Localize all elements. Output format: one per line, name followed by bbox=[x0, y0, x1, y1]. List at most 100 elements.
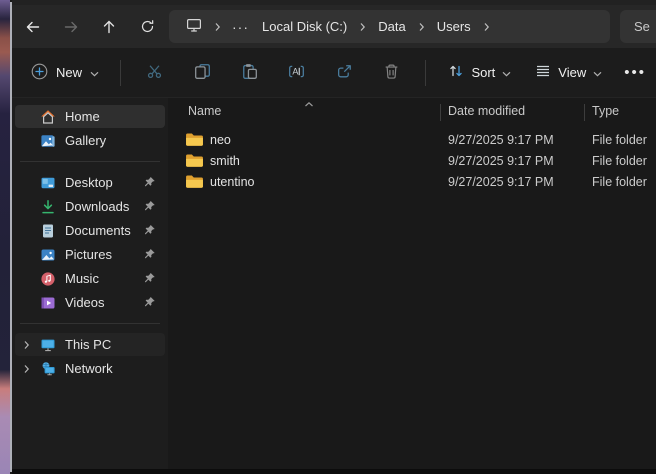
paste-icon bbox=[241, 63, 258, 83]
sort-button-label: Sort bbox=[471, 65, 495, 80]
breadcrumb-this-pc[interactable] bbox=[179, 13, 209, 40]
sidebar-item-documents[interactable]: Documents bbox=[15, 219, 165, 242]
sidebar-item-desktop[interactable]: Desktop bbox=[15, 171, 165, 194]
column-header-date-modified[interactable]: Date modified bbox=[448, 104, 525, 118]
sidebar-item-label: This PC bbox=[65, 337, 111, 352]
expand-chevron-icon[interactable] bbox=[18, 340, 34, 350]
chevron-down-icon bbox=[502, 65, 511, 80]
sidebar-item-pictures[interactable]: Pictures bbox=[15, 243, 165, 266]
sort-ascending-caret-icon bbox=[304, 95, 314, 113]
column-header-type[interactable]: Type bbox=[592, 104, 619, 118]
table-row[interactable]: utentino 9/27/2025 9:17 PM File folder bbox=[168, 171, 656, 192]
sidebar-item-label: Documents bbox=[65, 223, 131, 238]
sidebar-item-label: Music bbox=[65, 271, 99, 286]
documents-icon bbox=[39, 222, 56, 239]
view-button[interactable]: View bbox=[526, 56, 611, 90]
trash-icon bbox=[383, 63, 400, 83]
new-button[interactable]: New bbox=[20, 56, 110, 90]
toolbar-divider bbox=[425, 60, 426, 86]
sidebar-item-network[interactable]: Network bbox=[15, 357, 165, 380]
rename-button[interactable]: A bbox=[277, 56, 316, 90]
music-icon bbox=[39, 270, 56, 287]
file-rows: neo 9/27/2025 9:17 PM File folder smith … bbox=[168, 125, 656, 192]
back-arrow-icon bbox=[25, 19, 41, 35]
sidebar-item-label: Home bbox=[65, 109, 100, 124]
desktop-icon bbox=[39, 174, 56, 191]
expand-chevron-icon[interactable] bbox=[18, 364, 34, 374]
this-pc-icon bbox=[39, 336, 56, 353]
sidebar-divider bbox=[20, 323, 160, 324]
downloads-icon bbox=[39, 198, 56, 215]
sort-button[interactable]: Sort bbox=[439, 56, 520, 90]
sidebar-item-videos[interactable]: Videos bbox=[15, 291, 165, 314]
sidebar-item-label: Videos bbox=[65, 295, 105, 310]
breadcrumb: ··· Local Disk (C:) Data Users bbox=[169, 10, 610, 43]
column-separator[interactable] bbox=[584, 104, 585, 121]
breadcrumb-ellipsis[interactable]: ··· bbox=[226, 17, 255, 37]
cut-button[interactable] bbox=[135, 56, 174, 90]
window-bottom-edge bbox=[12, 469, 656, 474]
svg-text:A: A bbox=[293, 66, 299, 76]
desktop-wallpaper-edge bbox=[0, 0, 10, 474]
file-date-modified: 9/27/2025 9:17 PM bbox=[448, 154, 592, 168]
file-date-modified: 9/27/2025 9:17 PM bbox=[448, 175, 592, 189]
table-row[interactable]: neo 9/27/2025 9:17 PM File folder bbox=[168, 129, 656, 150]
pin-icon bbox=[143, 200, 156, 213]
forward-button[interactable] bbox=[53, 11, 89, 43]
breadcrumb-chevron-icon[interactable] bbox=[413, 22, 430, 32]
breadcrumb-chevron-icon[interactable] bbox=[354, 22, 371, 32]
copy-button[interactable] bbox=[182, 56, 221, 90]
breadcrumb-chevron-icon[interactable] bbox=[478, 22, 495, 32]
command-bar: New A S bbox=[12, 48, 656, 97]
breadcrumb-chevron-icon[interactable] bbox=[209, 22, 226, 32]
delete-button[interactable] bbox=[372, 56, 411, 90]
content-area: Home Gallery Desktop Downl bbox=[12, 97, 656, 469]
sidebar-item-label: Gallery bbox=[65, 133, 106, 148]
home-icon bbox=[39, 108, 56, 125]
column-header-name[interactable]: Name bbox=[188, 104, 221, 118]
pin-icon bbox=[143, 272, 156, 285]
file-date-modified: 9/27/2025 9:17 PM bbox=[448, 133, 592, 147]
up-button[interactable] bbox=[91, 11, 127, 43]
refresh-button[interactable] bbox=[129, 11, 165, 43]
column-separator[interactable] bbox=[440, 104, 441, 121]
breadcrumb-item-local-disk[interactable]: Local Disk (C:) bbox=[255, 15, 354, 38]
explorer-window-body: ··· Local Disk (C:) Data Users Se New bbox=[12, 0, 656, 474]
pin-icon bbox=[143, 296, 156, 309]
pin-icon bbox=[143, 176, 156, 189]
pictures-icon bbox=[39, 246, 56, 263]
table-row[interactable]: smith 9/27/2025 9:17 PM File folder bbox=[168, 150, 656, 171]
sidebar-item-this-pc[interactable]: This PC bbox=[15, 333, 165, 356]
paste-button[interactable] bbox=[230, 56, 269, 90]
sidebar-divider bbox=[20, 161, 160, 162]
sidebar-item-downloads[interactable]: Downloads bbox=[15, 195, 165, 218]
file-name: neo bbox=[210, 133, 448, 147]
navigation-pane: Home Gallery Desktop Downl bbox=[12, 98, 168, 469]
file-type: File folder bbox=[592, 175, 647, 189]
this-pc-monitor-icon bbox=[186, 17, 202, 36]
file-type: File folder bbox=[592, 133, 647, 147]
sidebar-item-label: Pictures bbox=[65, 247, 112, 262]
gallery-icon bbox=[39, 132, 56, 149]
file-name: utentino bbox=[210, 175, 448, 189]
sidebar-item-label: Desktop bbox=[65, 175, 113, 190]
sidebar-item-music[interactable]: Music bbox=[15, 267, 165, 290]
sidebar-item-home[interactable]: Home bbox=[15, 105, 165, 128]
file-type: File folder bbox=[592, 154, 647, 168]
share-icon bbox=[336, 63, 353, 83]
share-button[interactable] bbox=[325, 56, 364, 90]
breadcrumb-item-data[interactable]: Data bbox=[371, 15, 412, 38]
scissors-icon bbox=[146, 63, 163, 83]
back-button[interactable] bbox=[15, 11, 51, 43]
folder-icon bbox=[185, 174, 204, 189]
chevron-down-icon bbox=[593, 65, 602, 80]
search-input[interactable]: Se bbox=[620, 10, 656, 43]
breadcrumb-item-users[interactable]: Users bbox=[430, 15, 478, 38]
pin-icon bbox=[143, 248, 156, 261]
more-options-button[interactable]: ••• bbox=[614, 56, 656, 90]
sidebar-item-label: Downloads bbox=[65, 199, 129, 214]
view-list-icon bbox=[535, 63, 551, 82]
videos-icon bbox=[39, 294, 56, 311]
sidebar-item-label: Network bbox=[65, 361, 113, 376]
sidebar-item-gallery[interactable]: Gallery bbox=[15, 129, 165, 152]
